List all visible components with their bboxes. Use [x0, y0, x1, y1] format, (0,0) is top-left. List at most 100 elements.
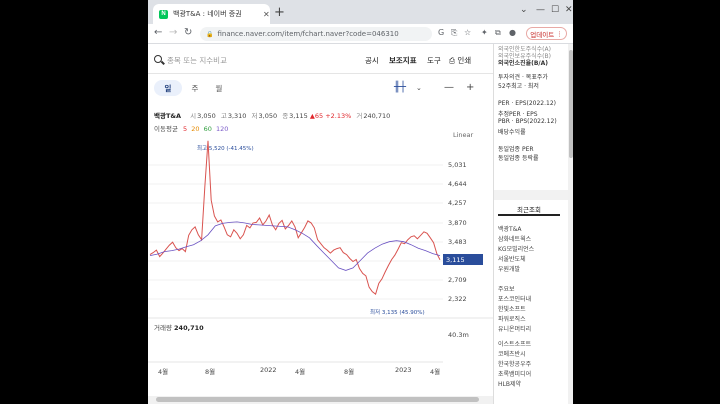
minimize-icon[interactable]: — — [536, 5, 545, 15]
profile-icon[interactable]: ● — [509, 28, 516, 37]
panel-info-item: 투자의견 · 목표주가 — [498, 74, 548, 81]
y-tick-label: 3,870 — [448, 219, 467, 227]
browser-toolbar: ← → ↻ 🔒 finance.naver.com/item/fchart.na… — [148, 24, 573, 44]
extension-icon[interactable]: ✦ — [481, 28, 488, 37]
recent-stock-item[interactable]: 우원개발 — [498, 264, 520, 273]
panel-info-item: 추정PER · EPS — [498, 111, 538, 118]
tools-link[interactable]: 도구 — [427, 55, 441, 66]
close-label: 종 — [282, 112, 289, 120]
min-annotation: 최저 3,135 (45.90%) — [370, 310, 425, 316]
reload-icon[interactable]: ↻ — [184, 27, 192, 38]
moving-average-legend[interactable]: 이동평균 5 20 60 120 — [154, 123, 228, 133]
puzzle-icon[interactable]: ⧉ — [495, 28, 501, 38]
recent-stock-item[interactable]: 한빛소프트 — [498, 304, 526, 313]
low-value: 3,050 — [258, 112, 278, 120]
panel-scrollbar-thumb[interactable] — [569, 50, 573, 158]
recent-stock-item[interactable]: HLB제약 — [498, 379, 521, 388]
recent-stock-item[interactable]: 코메츠반시 — [498, 349, 526, 358]
high-value: 3,310 — [227, 112, 247, 120]
x-tick-label: 2023 — [395, 366, 412, 374]
volume-caption-label: 거래량 — [154, 324, 172, 332]
ma5-label: 5 — [183, 125, 188, 133]
search-row: 종목 또는 지수비교 공시 보조지표 도구 ⎙ 인쇄 — [148, 46, 493, 74]
panel-divider — [494, 190, 568, 200]
chevron-down-icon[interactable]: ⌄ — [520, 5, 528, 15]
y-tick-label: 2,709 — [448, 276, 467, 284]
volume-caption: 거래량 240,710 — [154, 322, 204, 332]
print-label: 인쇄 — [457, 56, 472, 65]
address-bar[interactable]: 🔒 finance.naver.com/item/fchart.naver?co… — [200, 27, 432, 41]
maximize-icon[interactable]: ☐ — [551, 5, 559, 15]
panel-info-item: 외국인소진율(B/A) — [498, 60, 549, 67]
y-tick-label: 5,031 — [448, 161, 467, 169]
update-label: 업데이트 — [530, 30, 555, 39]
high-label: 고 — [220, 112, 227, 120]
volume-label: 거 — [356, 112, 363, 120]
recent-stock-item[interactable]: 삼화네트웍스 — [498, 234, 531, 243]
x-tick-label: 4월 — [430, 368, 441, 376]
recent-views-tab[interactable]: 최근조회 — [498, 204, 560, 216]
search-icon[interactable] — [154, 55, 162, 63]
period-week-tab[interactable]: 주 — [184, 80, 206, 96]
quote-summary: 백광T&A 시3,050 고3,310 저3,050 종3,115 ▲65 +2… — [154, 110, 390, 120]
horizontal-scrollbar[interactable] — [148, 396, 493, 404]
moving-average-line — [149, 221, 441, 271]
chart-controls: 일 주 월 ╫┼ ⌄ — + — [148, 77, 493, 99]
panel-info-item: PBR · BPS(2022.12) — [498, 118, 557, 125]
bookmark-star-icon[interactable]: ☆ — [464, 28, 471, 37]
volume-value: 240,710 — [363, 112, 391, 120]
recent-stock-item[interactable]: 한국항공우주 — [498, 359, 531, 368]
ma120-label: 120 — [215, 125, 229, 133]
browser-window: N 백광T&A : 네이버 증권 ✕ + ⌄ — ☐ ✕ ← → ↻ 🔒 fin… — [148, 0, 573, 404]
chevron-down-icon[interactable]: ⌄ — [416, 84, 422, 92]
y-tick-label: 3,483 — [448, 238, 467, 246]
google-icon[interactable]: G — [438, 28, 444, 37]
recent-stock-item[interactable]: 주요보 — [498, 284, 515, 293]
tab-close-icon[interactable]: ✕ — [263, 10, 270, 19]
translate-icon[interactable]: ⎘ — [451, 28, 457, 38]
recent-stock-item[interactable]: 백광T&A — [498, 224, 522, 233]
ma-label: 이동평균 — [154, 125, 178, 133]
disclosure-link[interactable]: 공시 — [365, 55, 379, 66]
panel-info-item: 52주최고 · 최저 — [498, 83, 539, 90]
x-tick-label: 8월 — [344, 368, 355, 376]
indicator-link[interactable]: 보조지표 — [389, 55, 417, 66]
compare-search-input[interactable]: 종목 또는 지수비교 — [167, 55, 227, 66]
open-value: 3,050 — [197, 112, 216, 120]
price-chart[interactable] — [148, 140, 493, 370]
y-tick-label: 4,644 — [448, 180, 467, 188]
period-day-tab[interactable]: 일 — [154, 80, 182, 96]
volume-caption-value: 240,710 — [174, 324, 204, 332]
back-icon[interactable]: ← — [154, 27, 162, 38]
zoom-in-icon[interactable]: + — [466, 82, 474, 93]
y-tick-label: 4,257 — [448, 199, 467, 207]
update-button[interactable]: 업데이트 ⋮ — [526, 27, 567, 40]
recent-stock-item[interactable]: 유니온머티리 — [498, 324, 531, 333]
recent-stock-item[interactable]: 서울반도체 — [498, 254, 526, 263]
scale-toggle[interactable]: Linear — [453, 131, 473, 139]
recent-stock-item[interactable]: 파워로직스 — [498, 314, 526, 323]
recent-stock-item[interactable]: 이스트소프트 — [498, 339, 531, 348]
print-link[interactable]: ⎙ 인쇄 — [449, 55, 471, 66]
close-value: 3,115 — [289, 112, 308, 120]
new-tab-icon[interactable]: + — [274, 5, 285, 20]
x-tick-label: 2022 — [260, 366, 277, 374]
recent-stock-item[interactable]: 초록뱀미디어 — [498, 369, 531, 378]
recent-stock-item[interactable]: KG모빌리언스 — [498, 244, 534, 253]
candle-type-icon[interactable]: ╫┼ — [394, 82, 406, 93]
naver-favicon-icon: N — [159, 9, 168, 19]
scrollbar-thumb[interactable] — [156, 397, 479, 402]
volume-axis-max: 40.3m — [448, 331, 469, 339]
close-window-icon[interactable]: ✕ — [565, 5, 573, 15]
recent-stock-item[interactable]: 포스코인터내 — [498, 294, 531, 303]
panel-info-item: 동일업종 PER — [498, 146, 534, 153]
panel-info-item: 배당수익률 — [498, 129, 526, 136]
price-series-line — [149, 140, 441, 296]
stock-name: 백광T&A — [154, 112, 182, 120]
zoom-out-icon[interactable]: — — [444, 82, 454, 93]
browser-tab[interactable]: N 백광T&A : 네이버 증권 ✕ — [153, 4, 270, 24]
current-price-tag: 3,115 — [443, 254, 483, 265]
low-label: 저 — [251, 112, 258, 120]
forward-icon[interactable]: → — [169, 27, 177, 38]
period-month-tab[interactable]: 월 — [208, 80, 230, 96]
